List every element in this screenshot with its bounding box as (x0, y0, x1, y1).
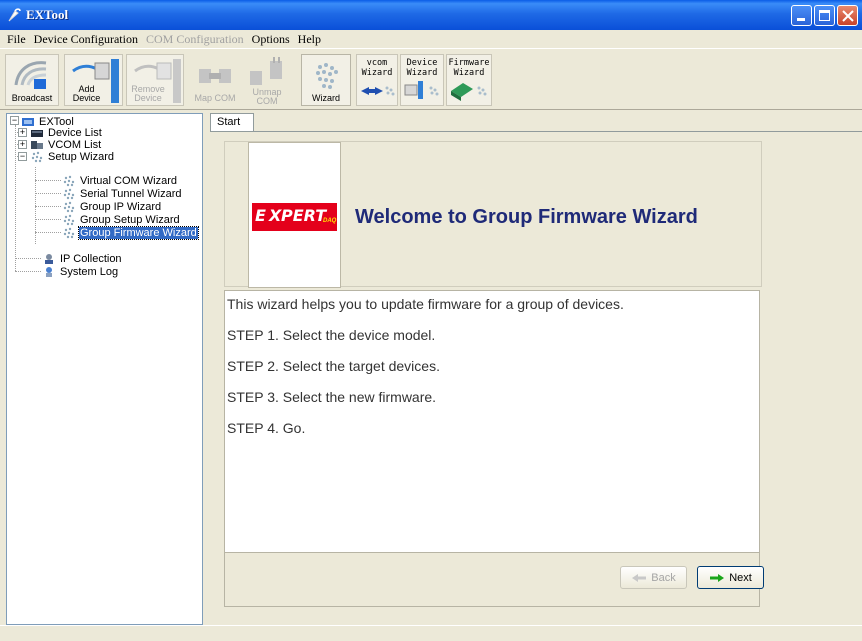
map-com-button[interactable]: Map COM (190, 54, 240, 106)
tab-strip: Start (210, 113, 862, 132)
menu-options[interactable]: Options (248, 32, 294, 47)
device-wizard-button[interactable]: Device Wizard (400, 54, 444, 106)
expand-vcom-list-toggle[interactable]: + (18, 140, 27, 149)
expand-device-list-toggle[interactable]: + (18, 128, 27, 137)
firmware-wizard-icon (451, 83, 487, 101)
tree-item-serial-tunnel-wizard[interactable]: Serial Tunnel Wizard (62, 187, 183, 200)
wizard-item-icon (63, 201, 75, 212)
unmap-com-label: Unmap COM (252, 87, 282, 106)
wizard-icon (316, 63, 338, 89)
wizard-label: Wizard (311, 93, 340, 103)
vcom-list-icon (31, 140, 43, 149)
logo-box: E X PERT DAQ (248, 142, 341, 288)
remove-device-button[interactable]: Remove Device (126, 54, 184, 106)
system-log-icon (46, 266, 52, 277)
ip-collection-icon (45, 253, 53, 264)
tree-item-group-firmware-wizard[interactable]: Group Firmware Wizard (62, 225, 199, 240)
tree-item-virtual-com-wizard[interactable]: Virtual COM Wizard (62, 174, 178, 187)
step-3-text: STEP 3. Select the new firmware. (227, 389, 437, 405)
back-arrow-icon (632, 573, 647, 582)
device-wizard-icon (404, 81, 439, 99)
wizard-item-icon (63, 214, 75, 225)
intro-text: This wizard helps you to update firmware… (227, 296, 624, 312)
wizard-title: Welcome to Group Firmware Wizard (355, 206, 698, 228)
tree-item-system-log[interactable]: System Log (42, 265, 119, 278)
vcom-wizard-button[interactable]: vcom Wizard (356, 54, 398, 106)
maximize-icon (819, 10, 830, 21)
menu-bar: File Device Configuration COM Configurat… (0, 30, 862, 48)
remove-device-label: Remove Device (131, 84, 165, 103)
wizard-item-icon (63, 175, 75, 186)
broadcast-icon (14, 61, 47, 89)
wizard-nav-bar: Back Next (224, 553, 764, 607)
close-icon (842, 10, 854, 22)
map-com-label: Map COM (194, 93, 236, 103)
next-arrow-icon (710, 573, 725, 582)
unmap-com-button[interactable]: Unmap COM (243, 54, 291, 106)
vcom-wizard-icon (361, 86, 395, 96)
minimize-icon (797, 18, 805, 21)
firmware-wizard-button[interactable]: Firmware Wizard (446, 54, 492, 106)
device-list-icon (31, 129, 43, 137)
collapse-setup-wizard-toggle[interactable]: − (18, 152, 27, 161)
toolbar: Broadcast Add Device Remove Device Map C… (0, 48, 862, 110)
next-button[interactable]: Next (697, 566, 764, 589)
tree-item-group-setup-wizard[interactable]: Group Setup Wizard (62, 213, 181, 226)
menu-com-configuration[interactable]: COM Configuration (142, 32, 248, 47)
welcome-banner: E X PERT DAQ Welcome to Group Firmware W… (224, 141, 762, 288)
broadcast-button[interactable]: Broadcast (5, 54, 59, 106)
back-button[interactable]: Back (620, 566, 687, 589)
tree-item-setup-wizard[interactable]: Setup Wizard (30, 150, 115, 163)
map-com-icon (199, 69, 231, 83)
close-button[interactable] (837, 5, 858, 26)
menu-file[interactable]: File (3, 32, 30, 47)
step-4-text: STEP 4. Go. (227, 420, 306, 436)
minimize-button[interactable] (791, 5, 812, 26)
tree-item-group-ip-wizard[interactable]: Group IP Wizard (62, 200, 162, 213)
status-bar (0, 625, 862, 641)
maximize-button[interactable] (814, 5, 835, 26)
step-1-text: STEP 1. Select the device model. (227, 327, 436, 343)
window-title: EXTool (26, 7, 69, 22)
add-device-label: Add Device (72, 84, 101, 103)
menu-device-configuration[interactable]: Device Configuration (30, 32, 142, 47)
menu-help[interactable]: Help (294, 32, 325, 47)
wizard-item-icon (63, 227, 75, 238)
wizard-description: This wizard helps you to update firmware… (224, 290, 760, 553)
setup-wizard-icon (31, 151, 43, 162)
tab-start[interactable]: Start (210, 113, 254, 132)
tree-item-ip-collection[interactable]: IP Collection (42, 252, 123, 265)
add-device-button[interactable]: Add Device (64, 54, 123, 106)
expert-daq-logo: E X PERT DAQ (252, 203, 337, 231)
wizard-button[interactable]: Wizard (301, 54, 351, 106)
step-2-text: STEP 2. Select the target devices. (227, 358, 440, 374)
wizard-item-icon (63, 188, 75, 199)
broadcast-label: Broadcast (11, 93, 53, 103)
title-bar: EXTool (0, 0, 862, 30)
collapse-root-toggle[interactable]: − (10, 116, 19, 125)
app-icon (8, 8, 21, 22)
device-tree: − EXTool + Device List + VCOM List − Set… (6, 113, 203, 625)
wizard-page: E X PERT DAQ Welcome to Group Firmware W… (210, 131, 862, 625)
